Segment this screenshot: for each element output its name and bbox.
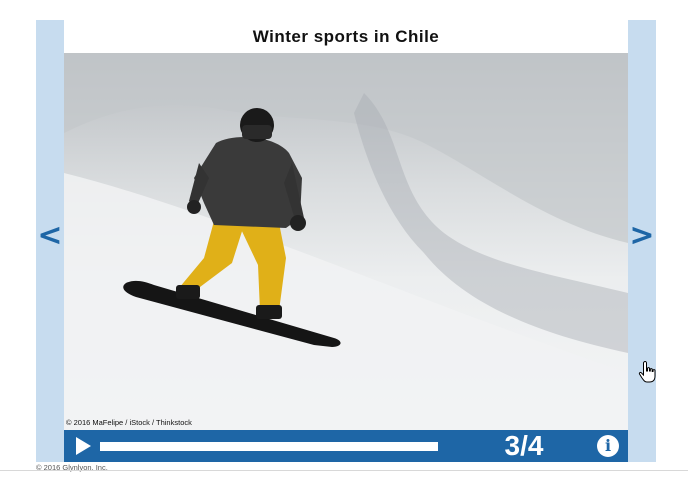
slide-photo: © 2016 MaFelipe / iStock / Thinkstock	[64, 53, 628, 430]
footer-divider	[0, 470, 688, 471]
info-icon[interactable]: i	[597, 435, 619, 457]
previous-slide-button[interactable]: <	[36, 221, 64, 251]
play-icon[interactable]	[76, 437, 91, 455]
photo-credit: © 2016 MaFelipe / iStock / Thinkstock	[66, 418, 192, 427]
hand-cursor-icon	[638, 360, 656, 383]
player-controls: 3/4 i	[64, 430, 628, 462]
slide-title: Winter sports in Chile	[64, 20, 628, 53]
slide-counter: 3/4	[504, 430, 544, 461]
next-slide-button[interactable]: >	[628, 221, 656, 251]
progress-fill	[100, 442, 438, 451]
progress-bar[interactable]	[100, 442, 438, 451]
slideshow-stage: < > Winter sports in Chile © 2016 MaFeli…	[0, 0, 688, 482]
snowboarder-photo	[64, 53, 628, 430]
